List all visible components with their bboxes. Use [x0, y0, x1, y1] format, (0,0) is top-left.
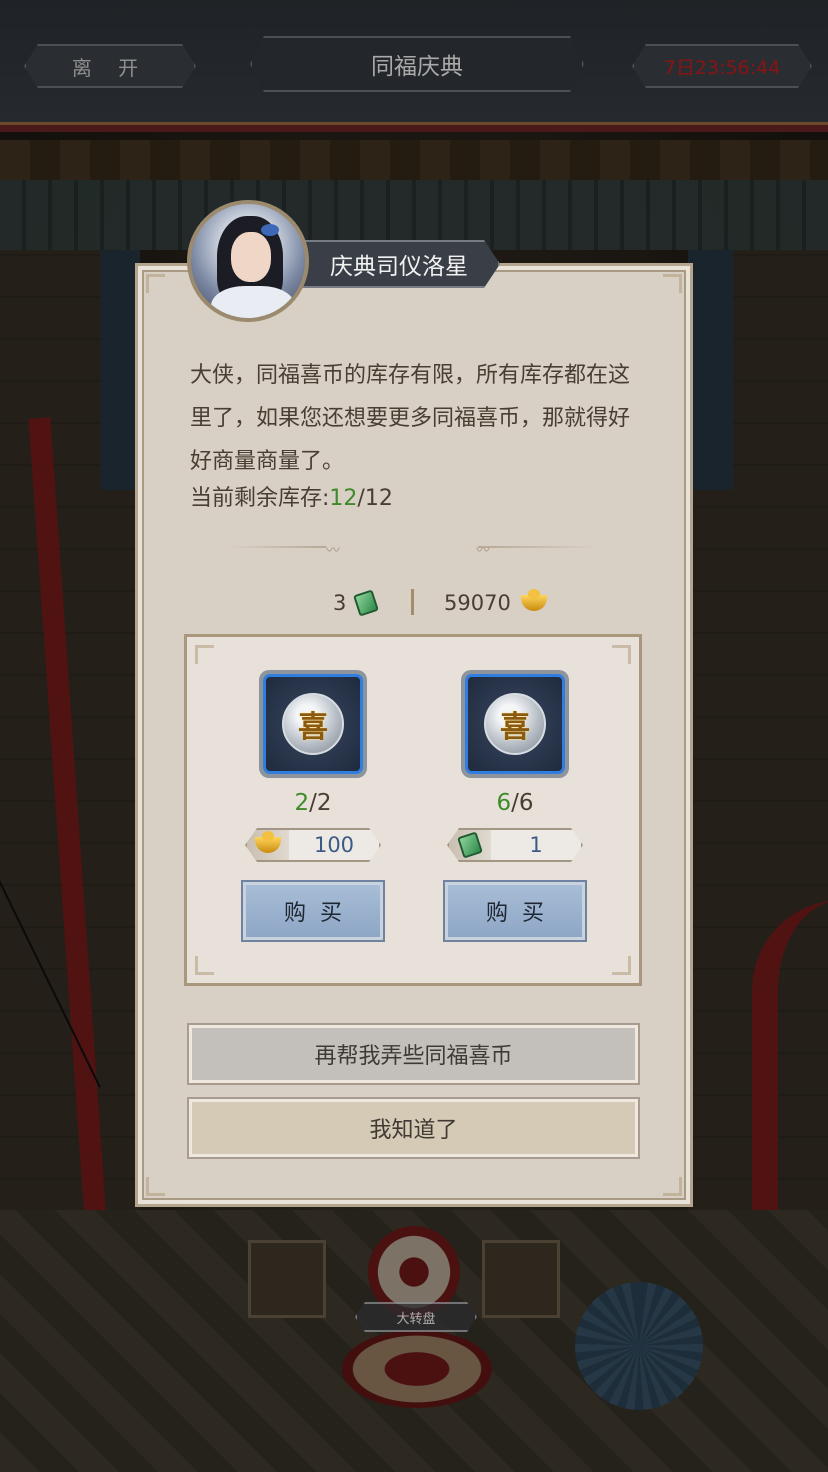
gold-ingot-icon [520, 589, 547, 611]
countdown-timer: 7日23:56:44 [632, 44, 812, 88]
event-title: 同福庆典 [250, 36, 584, 92]
corner-ornament [195, 956, 214, 975]
npc-portrait-icon [187, 200, 309, 322]
divider-swirl-icon: 〰 [326, 543, 340, 559]
item-count: 6/6 [445, 790, 585, 816]
item-count: 2/2 [243, 790, 383, 816]
stock-current: 12 [329, 486, 358, 511]
stock-label: 当前剩余库存: [190, 486, 330, 511]
count-current: 2 [294, 790, 310, 816]
divider-swirl-icon: 〰 [476, 543, 490, 559]
dialog-message: 大侠，同福喜币的库存有限，所有库存都在这里了，如果您还想要更多同福喜币，那就得好… [190, 363, 631, 474]
acknowledge-button[interactable]: 我知道了 [187, 1097, 640, 1159]
jade-balance: 3 [333, 588, 380, 618]
currency-separator [411, 589, 414, 615]
stock-line: 当前剩余库存:12/12 [190, 480, 393, 512]
corner-ornament [663, 274, 682, 293]
leave-button[interactable]: 离 开 [24, 44, 196, 88]
corner-ornament [146, 274, 165, 293]
buy-button[interactable]: 购买 [443, 880, 587, 942]
count-total: /2 [309, 790, 332, 816]
item-price: 100 [245, 828, 381, 862]
jade-token-icon [457, 831, 483, 858]
top-bar: 离 开 同福庆典 7日23:56:44 [0, 0, 828, 132]
shop-item: 喜 6/6 1 购买 [443, 670, 587, 942]
gold-balance: 59070 [444, 588, 547, 618]
get-more-coins-button[interactable]: 再帮我弄些同福喜币 [187, 1023, 640, 1085]
price-value: 1 [529, 833, 543, 857]
npc-name: 庆典司仪洛星 [298, 240, 500, 288]
count-total: /6 [511, 790, 534, 816]
jade-amount: 3 [333, 591, 347, 615]
jade-token-icon [353, 589, 380, 617]
xi-coin-icon: 喜 [484, 693, 546, 755]
corner-ornament [146, 1177, 165, 1196]
shop-item: 喜 2/2 100 购买 [241, 670, 385, 942]
corner-ornament [663, 1177, 682, 1196]
item-price: 1 [447, 828, 583, 862]
item-slot[interactable]: 喜 [461, 670, 569, 778]
item-slot[interactable]: 喜 [259, 670, 367, 778]
prize-wheel-label[interactable]: 大转盘 [355, 1302, 477, 1332]
price-value: 100 [313, 833, 355, 857]
xi-coin-icon: 喜 [282, 693, 344, 755]
divider-left [230, 546, 326, 548]
corner-ornament [195, 645, 214, 664]
gold-amount: 59070 [444, 591, 511, 615]
corner-ornament [612, 956, 631, 975]
gold-ingot-icon [255, 837, 281, 853]
divider-right [478, 546, 598, 548]
count-current: 6 [496, 790, 512, 816]
corner-ornament [612, 645, 631, 664]
buy-button[interactable]: 购买 [241, 880, 385, 942]
stock-total: /12 [357, 486, 393, 511]
